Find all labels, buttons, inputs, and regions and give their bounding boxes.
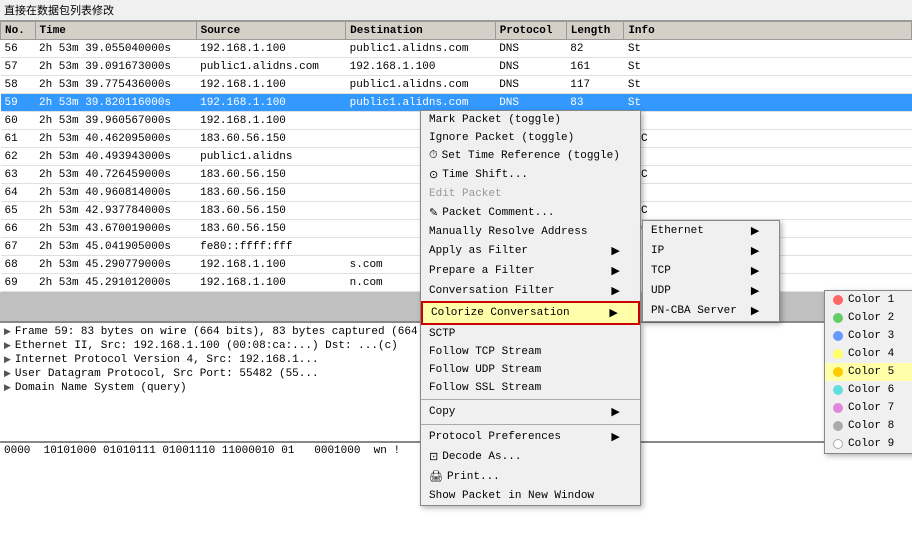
ethernet-item[interactable]: Ethernet — [643, 221, 779, 241]
conv-filter-item[interactable]: Conversation Filter — [421, 281, 640, 301]
color9-item[interactable]: Color 9 — [825, 435, 912, 453]
color6-label: Color 6 — [848, 384, 894, 396]
color8-item[interactable]: Color 8 — [825, 417, 912, 435]
color3-dot — [833, 331, 843, 341]
color8-label: Color 8 — [848, 420, 894, 432]
ignore-packet-item[interactable]: Ignore Packet (toggle) — [421, 129, 640, 147]
color8-dot — [833, 421, 843, 431]
color5-item[interactable]: Color 5 — [825, 363, 912, 381]
separator-2 — [421, 424, 640, 425]
color6-item[interactable]: Color 6 — [825, 381, 912, 399]
color1-item[interactable]: Color 1 — [825, 291, 912, 309]
follow-ssl-item[interactable]: Follow SSL Stream — [421, 379, 640, 397]
color4-label: Color 4 — [848, 348, 894, 360]
color3-label: Color 3 — [848, 330, 894, 342]
set-time-ref-item[interactable]: ⏱ Set Time Reference (toggle) — [421, 147, 640, 165]
col-src-header: Source — [196, 22, 346, 40]
sctp-item[interactable]: SCTP — [421, 325, 640, 343]
col-info-header: Info — [624, 22, 912, 40]
show-packet-item[interactable]: Show Packet in New Window — [421, 487, 640, 505]
col-len-header: Length — [566, 22, 624, 40]
clock-icon: ⏱ — [429, 150, 438, 162]
table-header-row: No. Time Source Destination Protocol Len… — [1, 22, 912, 40]
apply-filter-item[interactable]: Apply as Filter — [421, 241, 640, 261]
color2-item[interactable]: Color 2 — [825, 309, 912, 327]
prepare-filter-item[interactable]: Prepare a Filter — [421, 261, 640, 281]
tcp-item[interactable]: TCP — [643, 261, 779, 281]
color1-dot — [833, 295, 843, 305]
table-row[interactable]: 562h 53m 39.055040000s192.168.1.100publi… — [1, 40, 912, 58]
color-submenu: Color 1 Color 2 Color 3 Color 4 Color 5 … — [824, 290, 912, 454]
color1-label: Color 1 — [848, 294, 894, 306]
colorize-conv-item[interactable]: Colorize Conversation — [421, 301, 640, 325]
mark-packet-item[interactable]: Mark Packet (toggle) — [421, 111, 640, 129]
proto-prefs-item[interactable]: Protocol Preferences — [421, 427, 640, 447]
color5-dot — [833, 367, 843, 377]
col-dst-header: Destination — [346, 22, 496, 40]
print-item[interactable]: 🖨 Print... — [421, 467, 640, 487]
col-time-header: Time — [35, 22, 196, 40]
pncba-item[interactable]: PN-CBA Server — [643, 301, 779, 321]
color4-dot — [833, 349, 843, 359]
table-row[interactable]: 592h 53m 39.820116000s192.168.1.100publi… — [1, 94, 912, 112]
title-bar: 直接在数据包列表修改 — [0, 0, 912, 21]
color7-dot — [833, 403, 843, 413]
decode-as-item[interactable]: ⊡ Decode As... — [421, 447, 640, 467]
title-text: 直接在数据包列表修改 — [4, 6, 114, 18]
packet-comment-item[interactable]: ✎ Packet Comment... — [421, 203, 640, 223]
col-proto-header: Protocol — [495, 22, 566, 40]
color6-dot — [833, 385, 843, 395]
ip-item[interactable]: IP — [643, 241, 779, 261]
table-row[interactable]: 572h 53m 39.091673000spublic1.alidns.com… — [1, 58, 912, 76]
color2-dot — [833, 313, 843, 323]
time-shift-item[interactable]: ⊙ Time Shift... — [421, 165, 640, 185]
context-menu: Mark Packet (toggle) Ignore Packet (togg… — [420, 110, 641, 506]
color7-label: Color 7 — [848, 402, 894, 414]
color4-item[interactable]: Color 4 — [825, 345, 912, 363]
separator-1 — [421, 399, 640, 400]
hex-text: 0000 10101000 01010111 01001110 11000010… — [4, 445, 400, 457]
decode-icon: ⊡ — [429, 450, 438, 464]
manually-resolve-item[interactable]: Manually Resolve Address — [421, 223, 640, 241]
color3-item[interactable]: Color 3 — [825, 327, 912, 345]
comment-icon: ✎ — [429, 206, 438, 220]
time-icon: ⊙ — [429, 168, 438, 182]
follow-tcp-item[interactable]: Follow TCP Stream — [421, 343, 640, 361]
colorize-submenu: Ethernet IP TCP UDP PN-CBA Server — [642, 220, 780, 322]
table-row[interactable]: 582h 53m 39.775436000s192.168.1.100publi… — [1, 76, 912, 94]
col-no-header: No. — [1, 22, 36, 40]
color7-item[interactable]: Color 7 — [825, 399, 912, 417]
edit-packet-item: Edit Packet — [421, 185, 640, 203]
color9-dot — [833, 439, 843, 449]
follow-udp-item[interactable]: Follow UDP Stream — [421, 361, 640, 379]
copy-item[interactable]: Copy — [421, 402, 640, 422]
color2-label: Color 2 — [848, 312, 894, 324]
color9-label: Color 9 — [848, 438, 894, 450]
udp-item[interactable]: UDP — [643, 281, 779, 301]
color5-label: Color 5 — [848, 366, 894, 378]
print-icon: 🖨 — [429, 470, 443, 484]
